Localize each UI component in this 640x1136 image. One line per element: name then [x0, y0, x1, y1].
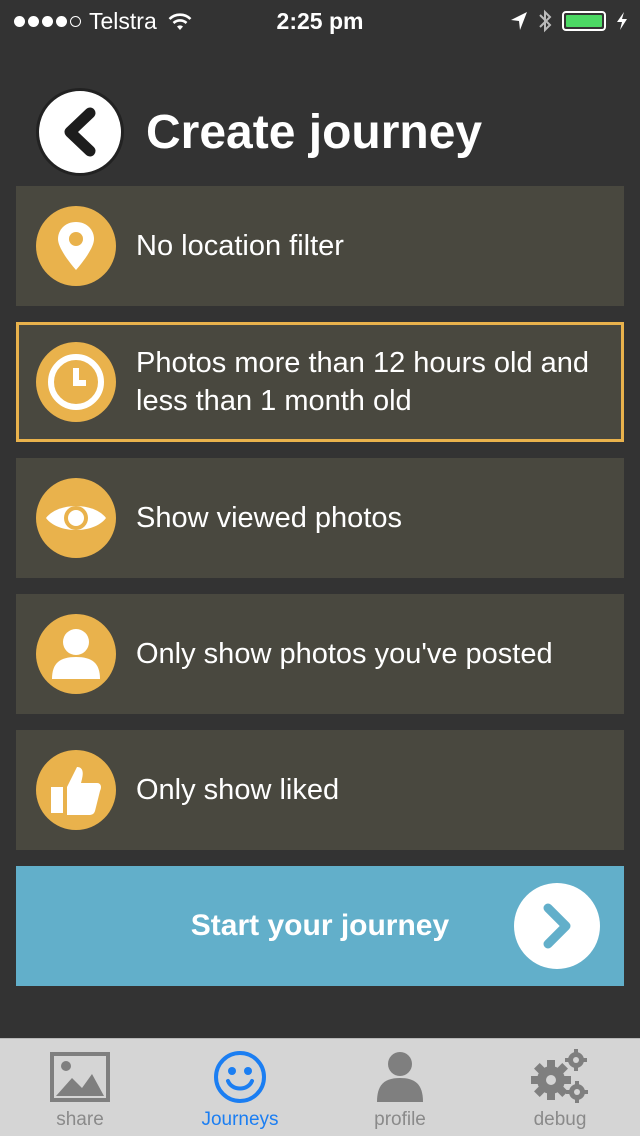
battery-level [566, 15, 602, 27]
option-icon-badge [36, 614, 116, 694]
option-icon-badge [36, 478, 116, 558]
tab-icon-wrap [529, 1049, 591, 1105]
tab-label: debug [533, 1109, 587, 1130]
tab-bar: share Journeys profile debug [0, 1038, 640, 1136]
eye-icon [46, 506, 106, 530]
option-show-viewed[interactable]: Show viewed photos [16, 458, 624, 578]
option-label: Photos more than 12 hours old and less t… [136, 347, 590, 417]
start-journey-go[interactable] [514, 883, 600, 969]
option-label: Show viewed photos [136, 502, 402, 534]
option-label: Only show liked [136, 774, 340, 806]
tab-share[interactable]: share [0, 1039, 160, 1136]
tab-journeys[interactable]: Journeys [160, 1039, 320, 1136]
location-pin-icon [58, 222, 94, 270]
option-icon-badge [36, 206, 116, 286]
tab-icon-wrap [50, 1049, 110, 1105]
tab-icon-wrap [375, 1049, 425, 1105]
option-only-liked[interactable]: Only show liked [16, 730, 624, 850]
tab-label: share [56, 1109, 104, 1130]
tab-profile[interactable]: profile [320, 1039, 480, 1136]
chevron-right-icon [543, 903, 571, 949]
status-right [510, 9, 628, 33]
option-icon-badge [36, 342, 116, 422]
image-icon [50, 1052, 110, 1102]
battery-icon [562, 11, 606, 31]
option-label: Only show photos you've posted [136, 638, 553, 670]
option-time-range[interactable]: Photos more than 12 hours old and less t… [16, 322, 624, 442]
option-location-filter[interactable]: No location filter [16, 186, 624, 306]
option-label: No location filter [136, 230, 344, 262]
screen: Telstra 2:25 pm Create journey No locati… [0, 0, 640, 1136]
option-icon-badge [36, 750, 116, 830]
header: Create journey [36, 88, 482, 176]
bluetooth-icon [539, 9, 552, 33]
user-icon [52, 629, 100, 679]
thumbs-up-icon [51, 767, 101, 815]
page-title: Create journey [146, 105, 483, 159]
clock-icon [48, 354, 104, 410]
tab-debug[interactable]: debug [480, 1039, 640, 1136]
tab-label: profile [374, 1109, 426, 1130]
tab-icon-wrap [213, 1049, 267, 1105]
option-only-posted[interactable]: Only show photos you've posted [16, 594, 624, 714]
gears-icon [531, 1049, 588, 1103]
chevron-left-icon [64, 107, 96, 157]
smiley-icon [214, 1051, 266, 1103]
charging-bolt-icon [617, 12, 627, 30]
status-bar: Telstra 2:25 pm [0, 0, 640, 40]
person-icon [377, 1052, 423, 1102]
start-journey-button[interactable]: Start your journey [16, 866, 624, 986]
tab-label: Journeys [201, 1109, 279, 1130]
back-button[interactable] [36, 88, 124, 176]
location-arrow-icon [511, 12, 527, 30]
